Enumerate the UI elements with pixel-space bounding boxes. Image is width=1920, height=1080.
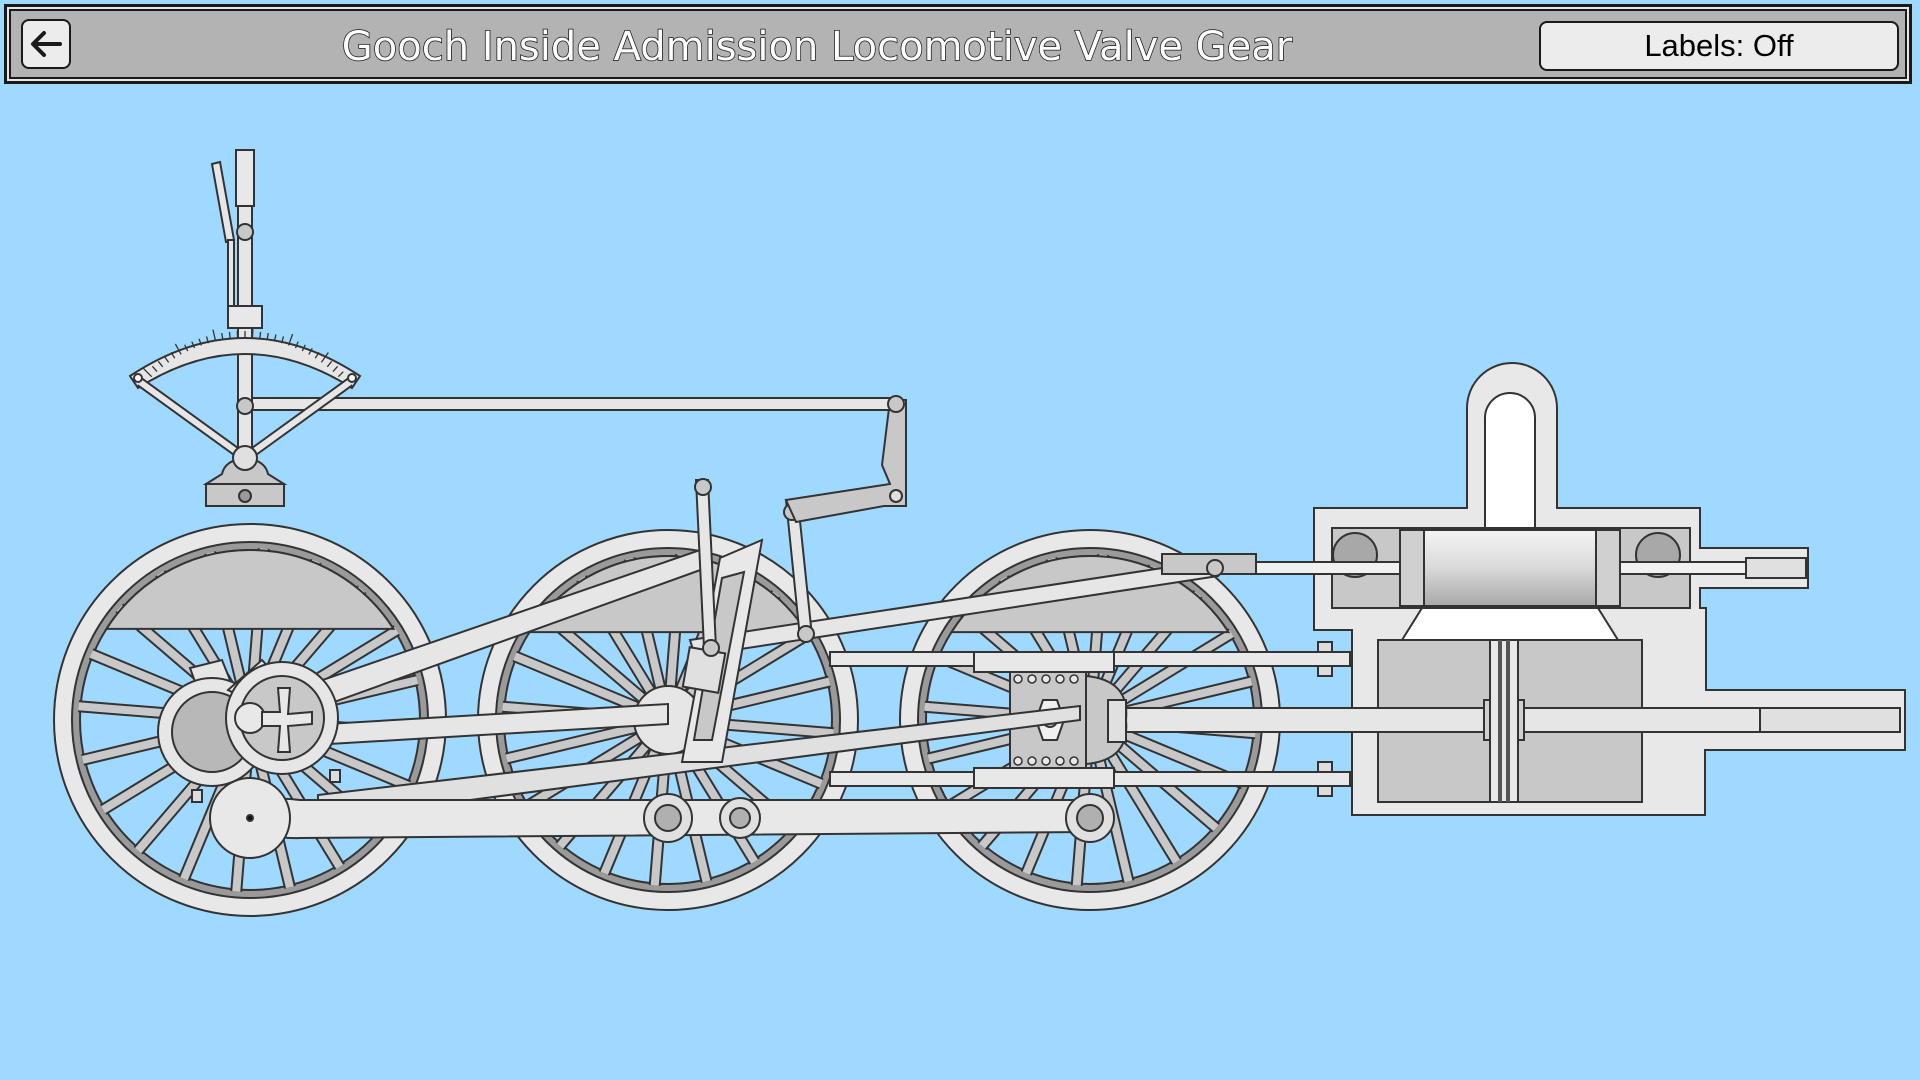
drop-link-bottom-pin xyxy=(797,625,815,643)
quadrant-tick xyxy=(228,331,231,339)
back-button[interactable] xyxy=(21,19,71,69)
reverser-pivot xyxy=(232,445,258,471)
crosshead-slipper-top xyxy=(973,651,1115,673)
crosshead-slipper-bottom xyxy=(973,767,1115,789)
lifting-arm xyxy=(784,399,907,524)
valve-head-right xyxy=(1595,529,1621,607)
slide-bar-bolt xyxy=(1317,641,1333,653)
labels-toggle-button[interactable]: Labels: Off xyxy=(1539,21,1899,71)
reach-rod-pin xyxy=(887,395,905,413)
quadrant-tick xyxy=(212,329,217,342)
piston-ring-right xyxy=(1506,640,1510,802)
reverser-slider-block xyxy=(227,305,263,329)
reverser-handle-top xyxy=(235,149,255,207)
quadrant-strut-right-fill xyxy=(243,379,352,461)
coupling-pin-middle xyxy=(654,804,682,832)
piston-nut-left xyxy=(1483,699,1491,741)
lifting-link-bottom-pin xyxy=(702,639,720,657)
radius-rod-pin xyxy=(1206,559,1224,577)
reverser-lever-pin xyxy=(236,397,254,415)
piston-rod xyxy=(1099,707,1761,733)
quadrant-bolt-left xyxy=(133,373,143,383)
valve-head-left xyxy=(1399,529,1425,607)
reverser-base-bolt xyxy=(238,489,252,503)
arrow-left-icon xyxy=(31,31,62,57)
reach-rod xyxy=(244,397,898,411)
slide-bar-bolt xyxy=(1317,665,1333,677)
reverser xyxy=(128,149,362,507)
coupling-pin-front xyxy=(1076,804,1104,832)
coupling-joint-pin xyxy=(729,807,751,829)
valve-gear-diagram xyxy=(53,149,1906,917)
reverser-latch-rod xyxy=(227,239,235,311)
crosshead-gudgeon xyxy=(1107,699,1127,743)
reverser-latch-handle xyxy=(210,160,236,244)
piston-ring-left xyxy=(1498,640,1502,802)
axle-center xyxy=(234,702,266,734)
title-bar: Gooch Inside Admission Locomotive Valve … xyxy=(4,4,1912,84)
quadrant-tick xyxy=(259,331,262,339)
steam-inlet xyxy=(1484,392,1536,541)
piston xyxy=(1489,639,1519,803)
crank-pin xyxy=(246,814,254,822)
lifting-link-top-pin xyxy=(694,478,712,496)
page-title: Gooch Inside Admission Locomotive Valve … xyxy=(341,23,1293,71)
lifting-arm-pivot xyxy=(889,489,903,503)
quadrant-strut-left-fill xyxy=(138,379,247,461)
piston-valve xyxy=(1399,529,1621,607)
piston-nut-right xyxy=(1517,699,1525,741)
strap-bolt xyxy=(329,769,341,783)
valve-tail-rod xyxy=(1745,557,1807,579)
quadrant-bolt-right xyxy=(347,373,357,383)
reverser-latch-pin xyxy=(236,223,254,241)
strap-bolt xyxy=(191,789,203,803)
die-block xyxy=(681,646,727,694)
slide-bar-bolt xyxy=(1317,761,1333,773)
steam-passage xyxy=(1400,607,1620,641)
slide-bar-bolt xyxy=(1317,785,1333,797)
piston-tail-rod xyxy=(1759,707,1901,733)
